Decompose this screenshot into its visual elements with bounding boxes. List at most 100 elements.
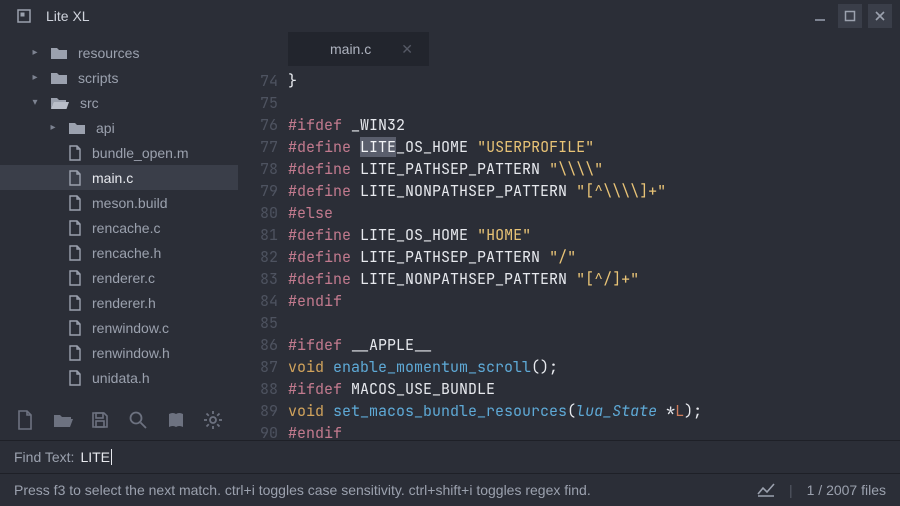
file-icon bbox=[68, 195, 82, 211]
chart-icon[interactable] bbox=[757, 483, 775, 497]
file-icon bbox=[68, 320, 82, 336]
tree-item-renwindow-c[interactable]: renwindow.c bbox=[0, 315, 238, 340]
chevron-icon: ▾ bbox=[30, 97, 40, 108]
find-input[interactable]: LITE bbox=[80, 449, 112, 465]
line-number: 84 bbox=[238, 290, 278, 312]
tree-item-api[interactable]: ▸ api bbox=[0, 115, 238, 140]
code-line: void enable_momentum_scroll(); bbox=[288, 356, 900, 378]
file-icon bbox=[68, 345, 82, 361]
tree-item-rencache-c[interactable]: rencache.c bbox=[0, 215, 238, 240]
window-maximize-button[interactable] bbox=[838, 4, 862, 28]
line-number: 89 bbox=[238, 400, 278, 422]
folder-icon bbox=[50, 46, 68, 60]
open-folder-icon[interactable] bbox=[52, 409, 74, 431]
code-line: #define LITE_OS_HOME "HOME" bbox=[288, 224, 900, 246]
status-hint: Press f3 to select the next match. ctrl+… bbox=[14, 482, 743, 498]
code-editor[interactable]: 7475767778798081828384858687888990 } #if… bbox=[238, 66, 900, 440]
window-title: Lite XL bbox=[46, 8, 90, 24]
tree-item-label: unidata.h bbox=[92, 370, 150, 386]
tree-item-label: api bbox=[96, 120, 115, 136]
tree-item-scripts[interactable]: ▸scripts bbox=[0, 65, 238, 90]
line-number: 82 bbox=[238, 246, 278, 268]
tree-item-unidata-h[interactable]: unidata.h bbox=[0, 365, 238, 390]
book-icon[interactable] bbox=[165, 409, 187, 431]
chevron-icon: ▸ bbox=[30, 47, 40, 58]
tree-item-renderer-h[interactable]: renderer.h bbox=[0, 290, 238, 315]
chevron-icon: ▸ bbox=[48, 122, 58, 133]
tree-item-label: renderer.c bbox=[92, 270, 155, 286]
save-icon[interactable] bbox=[90, 409, 112, 431]
tree-item-label: meson.build bbox=[92, 195, 168, 211]
tree-item-label: renwindow.h bbox=[92, 345, 170, 361]
code-line: #define LITE_PATHSEP_PATTERN "/" bbox=[288, 246, 900, 268]
code-line: #ifdef MACOS_USE_BUNDLE bbox=[288, 378, 900, 400]
line-number: 78 bbox=[238, 158, 278, 180]
editor-tab-main-c[interactable]: main.c ✕ bbox=[288, 32, 429, 66]
tree-item-label: renwindow.c bbox=[92, 320, 169, 336]
code-line: #define LITE_PATHSEP_PATTERN "\\\\" bbox=[288, 158, 900, 180]
tree-item-label: bundle_open.m bbox=[92, 145, 189, 161]
code-line: #endif bbox=[288, 422, 900, 440]
line-number: 88 bbox=[238, 378, 278, 400]
tree-item-src[interactable]: ▾ src bbox=[0, 90, 238, 115]
search-icon[interactable] bbox=[127, 409, 149, 431]
new-file-icon[interactable] bbox=[14, 409, 36, 431]
tree-item-bundle-open-m[interactable]: bundle_open.m bbox=[0, 140, 238, 165]
tree-item-label: renderer.h bbox=[92, 295, 156, 311]
code-line: #endif bbox=[288, 290, 900, 312]
code-line: #ifdef __APPLE__ bbox=[288, 334, 900, 356]
tab-close-icon[interactable]: ✕ bbox=[401, 41, 413, 58]
file-tree-sidebar: ▸ resources ▸scripts ▾ src ▸ api bundle_open.mm… bbox=[0, 32, 238, 440]
status-separator: | bbox=[789, 482, 793, 498]
code-content[interactable]: } #ifdef _WIN32#define LITE_OS_HOME "USE… bbox=[288, 66, 900, 440]
line-number-gutter: 7475767778798081828384858687888990 bbox=[238, 66, 288, 440]
title-bar: Lite XL bbox=[0, 0, 900, 32]
file-icon bbox=[68, 270, 82, 286]
line-number: 87 bbox=[238, 356, 278, 378]
folder-icon bbox=[50, 96, 70, 110]
code-line: #define LITE_NONPATHSEP_PATTERN "[^/]+" bbox=[288, 268, 900, 290]
tree-item-main-c[interactable]: main.c bbox=[0, 165, 238, 190]
editor-tabs: main.c ✕ bbox=[238, 32, 900, 66]
tree-item-rencache-h[interactable]: rencache.h bbox=[0, 240, 238, 265]
find-bar: Find Text: LITE bbox=[0, 440, 900, 473]
tree-item-label: resources bbox=[78, 45, 139, 61]
file-icon bbox=[68, 220, 82, 236]
tree-item-resources[interactable]: ▸ resources bbox=[0, 40, 238, 65]
window-minimize-button[interactable] bbox=[808, 4, 832, 28]
file-icon bbox=[68, 170, 82, 186]
settings-gear-icon[interactable] bbox=[202, 409, 224, 431]
code-line: void set_macos_bundle_resources(lua_Stat… bbox=[288, 400, 900, 422]
tab-label: main.c bbox=[330, 41, 371, 57]
line-number: 79 bbox=[238, 180, 278, 202]
tree-item-label: rencache.c bbox=[92, 220, 160, 236]
tree-item-label: src bbox=[80, 95, 99, 111]
folder-icon bbox=[68, 121, 86, 135]
tree-item-label: scripts bbox=[78, 70, 118, 86]
code-line bbox=[288, 312, 900, 334]
file-icon bbox=[68, 370, 82, 386]
code-line: } bbox=[288, 70, 900, 92]
code-line bbox=[288, 92, 900, 114]
file-icon bbox=[68, 245, 82, 261]
code-line: #define LITE_OS_HOME "USERPROFILE" bbox=[288, 136, 900, 158]
tree-item-renderer-c[interactable]: renderer.c bbox=[0, 265, 238, 290]
file-icon bbox=[68, 145, 82, 161]
file-icon bbox=[68, 295, 82, 311]
tree-item-meson-build[interactable]: meson.build bbox=[0, 190, 238, 215]
line-number: 81 bbox=[238, 224, 278, 246]
window-close-button[interactable] bbox=[868, 4, 892, 28]
find-label: Find Text: bbox=[14, 449, 74, 465]
line-number: 75 bbox=[238, 92, 278, 114]
line-number: 80 bbox=[238, 202, 278, 224]
line-number: 90 bbox=[238, 422, 278, 440]
line-number: 77 bbox=[238, 136, 278, 158]
tree-item-label: main.c bbox=[92, 170, 133, 186]
code-line: #else bbox=[288, 202, 900, 224]
line-number: 83 bbox=[238, 268, 278, 290]
line-number: 74 bbox=[238, 70, 278, 92]
code-line: #ifdef _WIN32 bbox=[288, 114, 900, 136]
tree-item-renwindow-h[interactable]: renwindow.h bbox=[0, 340, 238, 365]
app-logo-icon bbox=[16, 8, 32, 24]
sidebar-toolbar bbox=[0, 400, 238, 440]
